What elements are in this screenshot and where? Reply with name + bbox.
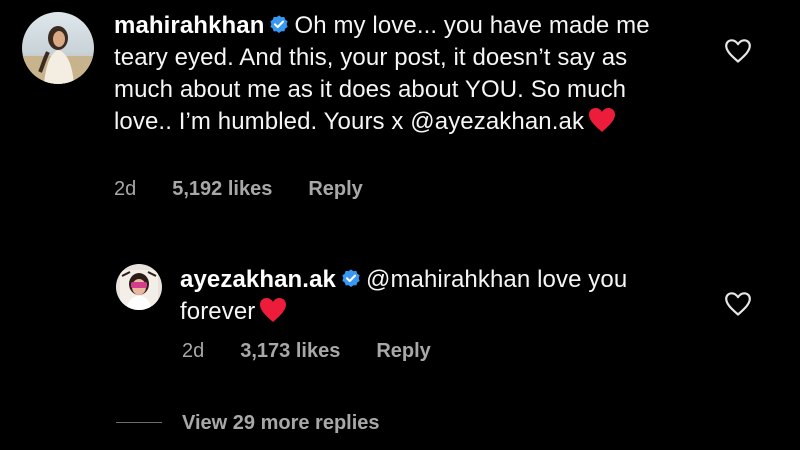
comment-likes[interactable]: 5,192 likes [172,178,272,201]
reply-text-line2: forever [180,298,256,325]
view-more-replies-button[interactable]: View 29 more replies [116,412,380,435]
heart-outline-icon[interactable] [724,38,752,64]
reply-mention-link[interactable]: @mahirahkhan [366,266,530,293]
comment-reply-button[interactable]: Reply [308,178,362,201]
avatar-photo [116,264,162,310]
avatar-photo [22,12,94,84]
comment-time: 2d [114,178,137,200]
verified-badge-icon [270,15,289,33]
view-more-label: View 29 more replies [182,412,380,434]
reply-ayezakhan: ayezakhan.ak @mahirahkhan love you foreve… [0,250,800,380]
comment-username[interactable]: mahirahkhan [114,12,264,39]
comment-meta: 2d 5,192 likes Reply [114,178,363,201]
verified-badge-icon [342,269,360,287]
reply-username[interactable]: ayezakhan.ak [180,266,336,293]
heart-outline-icon[interactable] [724,291,752,317]
reply-reply-button[interactable]: Reply [376,340,430,363]
avatar-ayezakhan[interactable] [116,264,162,310]
view-more-divider [116,422,162,423]
reply-likes[interactable]: 3,173 likes [240,340,340,363]
comment-text-block: mahirahkhan Oh my love... you have made … [114,10,674,138]
red-heart-emoji-icon [589,108,616,132]
avatar-mahirahkhan[interactable] [22,12,94,84]
reply-text-block: ayezakhan.ak @mahirahkhan love you foreve… [180,264,700,328]
reply-text-line1: love you [537,266,628,293]
reply-time: 2d [182,340,205,362]
comment-mahirahkhan: mahirahkhan Oh my love... you have made … [0,0,800,210]
reply-meta: 2d 3,173 likes Reply [182,340,431,363]
red-heart-emoji-icon [260,298,287,322]
